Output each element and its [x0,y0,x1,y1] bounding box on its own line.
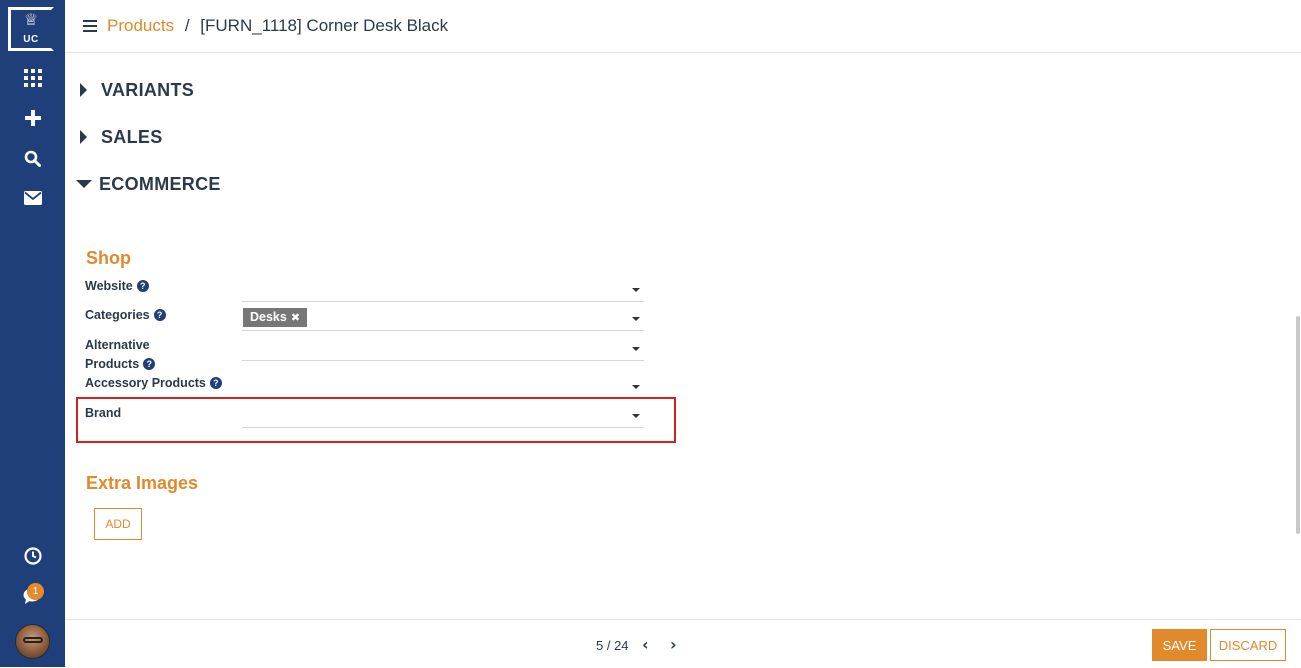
section-ecommerce[interactable]: ECOMMERCE [76,173,221,195]
chevron-down-icon[interactable] [632,347,640,351]
alternative-products-label: Alternative Products? [85,336,156,374]
section-ecommerce-label: ECOMMERCE [99,173,221,194]
accessory-products-label: Accessory Products? [85,374,222,393]
accessory-products-select[interactable] [242,376,644,396]
breadcrumb-separator: / [184,16,190,35]
section-sales-label: SALES [101,126,163,147]
apps-grid-icon[interactable] [20,67,45,89]
alternative-label-line1: Alternative [85,338,150,352]
company-logo[interactable]: ♕ UC [8,7,54,51]
section-sales[interactable]: SALES [78,126,163,148]
remove-tag-icon[interactable]: ✖ [291,308,300,327]
website-label: Website? [85,277,149,296]
category-tag: Desks ✖ [243,308,308,327]
breadcrumb-current: [FURN_1118] Corner Desk Black [200,16,449,35]
pager-next-icon[interactable]: › [670,635,677,654]
section-variants[interactable]: VARIANTS [78,79,194,101]
caret-right-icon [80,83,87,97]
chat-badge: 1 [27,583,44,600]
pager-previous-icon[interactable]: ‹ [642,635,649,654]
breadcrumb-products-link[interactable]: Products [107,16,174,35]
website-label-text: Website [85,279,133,293]
plus-icon[interactable] [20,107,45,129]
alternative-products-select[interactable] [242,338,644,361]
user-avatar[interactable] [15,624,50,659]
pager-value[interactable]: 5 / 24 [596,638,629,653]
clock-icon[interactable] [20,545,45,567]
shop-group-title: Shop [86,248,131,268]
category-tag-label: Desks [250,310,287,324]
control-panel: Products / [FURN_1118] Corner Desk Black [65,0,1301,53]
bottom-bar: 5 / 24 ‹ › SAVE DISCARD [65,619,1301,668]
sidebar: ♕ UC 1 [0,0,65,667]
discard-button[interactable]: DISCARD [1210,629,1286,661]
scrollbar[interactable] [1295,53,1301,619]
brand-select[interactable] [242,405,644,428]
categories-label: Categories? [85,306,166,325]
accessory-label-text: Accessory Products [85,376,206,390]
alternative-label-line2: Products [85,357,140,371]
help-icon[interactable]: ? [136,280,149,292]
save-button[interactable]: SAVE [1152,629,1207,661]
breadcrumb: Products / [FURN_1118] Corner Desk Black [107,16,448,36]
help-icon[interactable]: ? [209,377,222,389]
logo-text: UC [23,34,39,45]
mail-icon[interactable] [20,187,45,209]
caret-down-icon [76,180,92,188]
chevron-down-icon[interactable] [632,414,640,418]
categories-select[interactable]: Desks ✖ [242,308,644,331]
extra-images-title: Extra Images [86,473,199,493]
scrollbar-thumb[interactable] [1296,316,1300,534]
add-image-button[interactable]: ADD [94,508,142,540]
crown-icon: ♕ [23,10,39,29]
search-icon[interactable] [20,147,45,169]
menu-toggle-icon[interactable] [83,20,97,32]
caret-right-icon [80,130,87,144]
chevron-down-icon[interactable] [632,288,640,292]
chevron-down-icon[interactable] [632,385,640,389]
section-variants-label: VARIANTS [101,79,195,100]
help-icon[interactable]: ? [153,309,166,321]
help-icon[interactable]: ? [143,358,156,370]
categories-label-text: Categories [85,308,150,322]
chevron-down-icon[interactable] [632,317,640,321]
website-select[interactable] [242,279,644,302]
brand-label: Brand [85,406,122,420]
